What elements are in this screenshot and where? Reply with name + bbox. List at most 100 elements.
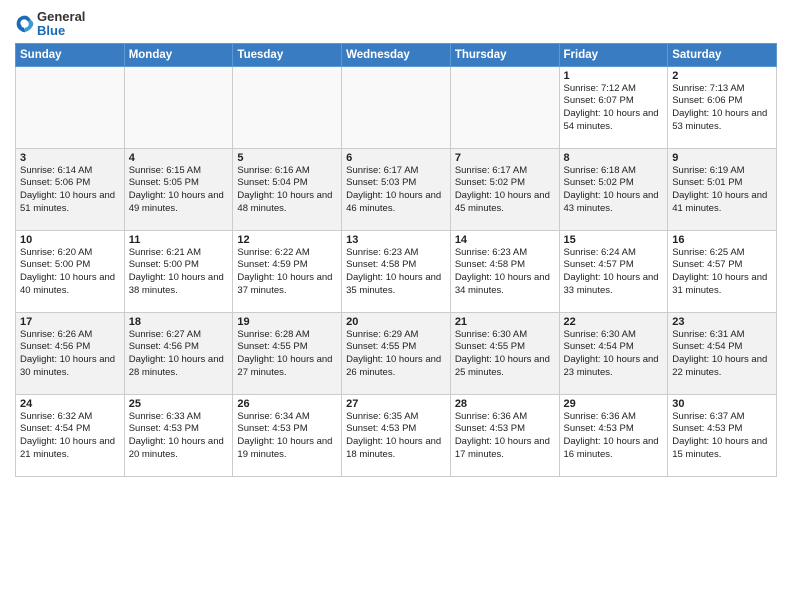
day-info: Sunrise: 6:29 AM: [346, 329, 446, 342]
day-number: 15: [564, 234, 664, 246]
header: General Blue: [15, 10, 777, 39]
day-info: Daylight: 10 hours and 30 minutes.: [20, 354, 120, 380]
day-number: 19: [237, 316, 337, 328]
day-info: Sunset: 4:53 PM: [455, 423, 555, 436]
logo-text-general: General: [37, 10, 85, 24]
day-info: Sunset: 4:59 PM: [237, 259, 337, 272]
day-info: Sunset: 4:58 PM: [346, 259, 446, 272]
day-info: Daylight: 10 hours and 41 minutes.: [672, 190, 772, 216]
day-info: Sunset: 4:54 PM: [672, 341, 772, 354]
day-number: 23: [672, 316, 772, 328]
day-info: Daylight: 10 hours and 25 minutes.: [455, 354, 555, 380]
calendar-cell: 2Sunrise: 7:13 AMSunset: 6:06 PMDaylight…: [668, 66, 777, 148]
day-number: 21: [455, 316, 555, 328]
page-container: General Blue SundayMondayTuesdayWednesda…: [0, 0, 792, 487]
logo: General Blue: [15, 10, 85, 39]
calendar-cell: 18Sunrise: 6:27 AMSunset: 4:56 PMDayligh…: [124, 312, 233, 394]
calendar-week-row: 24Sunrise: 6:32 AMSunset: 4:54 PMDayligh…: [16, 394, 777, 476]
day-info: Daylight: 10 hours and 19 minutes.: [237, 436, 337, 462]
calendar-week-row: 3Sunrise: 6:14 AMSunset: 5:06 PMDaylight…: [16, 148, 777, 230]
calendar-cell: [450, 66, 559, 148]
calendar-table: SundayMondayTuesdayWednesdayThursdayFrid…: [15, 43, 777, 477]
calendar-cell: 3Sunrise: 6:14 AMSunset: 5:06 PMDaylight…: [16, 148, 125, 230]
day-number: 5: [237, 152, 337, 164]
day-info: Sunrise: 6:15 AM: [129, 165, 229, 178]
day-info: Sunset: 5:00 PM: [129, 259, 229, 272]
day-info: Sunrise: 6:23 AM: [455, 247, 555, 260]
weekday-header-saturday: Saturday: [668, 43, 777, 66]
day-number: 3: [20, 152, 120, 164]
day-number: 27: [346, 398, 446, 410]
calendar-cell: 29Sunrise: 6:36 AMSunset: 4:53 PMDayligh…: [559, 394, 668, 476]
day-number: 25: [129, 398, 229, 410]
day-number: 17: [20, 316, 120, 328]
day-info: Sunset: 4:57 PM: [564, 259, 664, 272]
day-number: 1: [564, 70, 664, 82]
calendar-cell: 12Sunrise: 6:22 AMSunset: 4:59 PMDayligh…: [233, 230, 342, 312]
day-number: 7: [455, 152, 555, 164]
day-info: Sunrise: 6:30 AM: [455, 329, 555, 342]
calendar-cell: 28Sunrise: 6:36 AMSunset: 4:53 PMDayligh…: [450, 394, 559, 476]
day-info: Sunset: 4:53 PM: [346, 423, 446, 436]
day-info: Sunrise: 6:37 AM: [672, 411, 772, 424]
day-info: Daylight: 10 hours and 18 minutes.: [346, 436, 446, 462]
day-info: Daylight: 10 hours and 20 minutes.: [129, 436, 229, 462]
day-number: 29: [564, 398, 664, 410]
day-info: Sunrise: 6:17 AM: [455, 165, 555, 178]
day-info: Daylight: 10 hours and 49 minutes.: [129, 190, 229, 216]
day-info: Sunrise: 6:26 AM: [20, 329, 120, 342]
day-info: Daylight: 10 hours and 15 minutes.: [672, 436, 772, 462]
calendar-cell: 9Sunrise: 6:19 AMSunset: 5:01 PMDaylight…: [668, 148, 777, 230]
day-number: 14: [455, 234, 555, 246]
day-info: Sunrise: 6:22 AM: [237, 247, 337, 260]
day-info: Sunset: 5:04 PM: [237, 177, 337, 190]
day-info: Sunrise: 6:30 AM: [564, 329, 664, 342]
day-number: 12: [237, 234, 337, 246]
day-number: 2: [672, 70, 772, 82]
weekday-header-row: SundayMondayTuesdayWednesdayThursdayFrid…: [16, 43, 777, 66]
calendar-cell: 20Sunrise: 6:29 AMSunset: 4:55 PMDayligh…: [342, 312, 451, 394]
day-info: Sunset: 5:05 PM: [129, 177, 229, 190]
calendar-cell: 25Sunrise: 6:33 AMSunset: 4:53 PMDayligh…: [124, 394, 233, 476]
day-number: 4: [129, 152, 229, 164]
day-info: Sunset: 4:55 PM: [455, 341, 555, 354]
day-info: Daylight: 10 hours and 37 minutes.: [237, 272, 337, 298]
day-info: Daylight: 10 hours and 54 minutes.: [564, 108, 664, 134]
day-info: Sunset: 4:53 PM: [564, 423, 664, 436]
day-info: Sunset: 4:56 PM: [129, 341, 229, 354]
calendar-cell: 21Sunrise: 6:30 AMSunset: 4:55 PMDayligh…: [450, 312, 559, 394]
day-info: Sunrise: 6:14 AM: [20, 165, 120, 178]
day-info: Sunset: 4:56 PM: [20, 341, 120, 354]
calendar-cell: 30Sunrise: 6:37 AMSunset: 4:53 PMDayligh…: [668, 394, 777, 476]
day-info: Sunset: 4:54 PM: [564, 341, 664, 354]
calendar-week-row: 17Sunrise: 6:26 AMSunset: 4:56 PMDayligh…: [16, 312, 777, 394]
day-info: Sunset: 6:06 PM: [672, 95, 772, 108]
day-info: Daylight: 10 hours and 31 minutes.: [672, 272, 772, 298]
calendar-cell: 4Sunrise: 6:15 AMSunset: 5:05 PMDaylight…: [124, 148, 233, 230]
day-info: Daylight: 10 hours and 34 minutes.: [455, 272, 555, 298]
day-number: 28: [455, 398, 555, 410]
day-info: Daylight: 10 hours and 16 minutes.: [564, 436, 664, 462]
day-info: Sunrise: 6:24 AM: [564, 247, 664, 260]
day-info: Daylight: 10 hours and 53 minutes.: [672, 108, 772, 134]
calendar-cell: 7Sunrise: 6:17 AMSunset: 5:02 PMDaylight…: [450, 148, 559, 230]
day-info: Sunrise: 6:34 AM: [237, 411, 337, 424]
day-number: 26: [237, 398, 337, 410]
calendar-cell: 24Sunrise: 6:32 AMSunset: 4:54 PMDayligh…: [16, 394, 125, 476]
day-info: Sunset: 4:53 PM: [129, 423, 229, 436]
weekday-header-monday: Monday: [124, 43, 233, 66]
day-info: Daylight: 10 hours and 26 minutes.: [346, 354, 446, 380]
weekday-header-sunday: Sunday: [16, 43, 125, 66]
calendar-cell: 6Sunrise: 6:17 AMSunset: 5:03 PMDaylight…: [342, 148, 451, 230]
day-number: 18: [129, 316, 229, 328]
day-info: Sunrise: 6:28 AM: [237, 329, 337, 342]
day-info: Sunrise: 6:35 AM: [346, 411, 446, 424]
day-info: Daylight: 10 hours and 28 minutes.: [129, 354, 229, 380]
calendar-cell: 10Sunrise: 6:20 AMSunset: 5:00 PMDayligh…: [16, 230, 125, 312]
day-number: 30: [672, 398, 772, 410]
calendar-cell: 16Sunrise: 6:25 AMSunset: 4:57 PMDayligh…: [668, 230, 777, 312]
logo-icon: [15, 14, 35, 34]
day-info: Sunset: 5:03 PM: [346, 177, 446, 190]
day-info: Sunset: 4:53 PM: [237, 423, 337, 436]
day-info: Daylight: 10 hours and 17 minutes.: [455, 436, 555, 462]
